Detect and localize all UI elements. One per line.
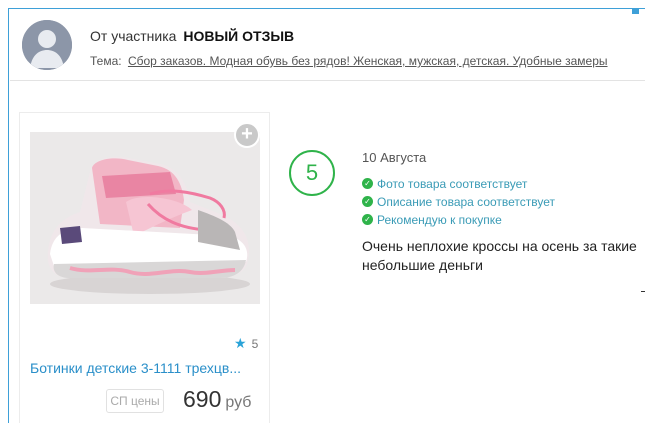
author-name[interactable]: НОВЫЙ ОТЗЫВ <box>183 28 294 44</box>
review-body: 10 Августа ✓ Фото товара соответствует ✓ О… <box>362 150 645 275</box>
product-photo[interactable] <box>30 132 260 304</box>
user-silhouette-icon <box>22 20 72 70</box>
product-card <box>19 112 270 423</box>
review-text: Очень неплохие кроссы на осень за такие … <box>362 238 637 273</box>
check-icon: ✓ <box>362 196 373 208</box>
sp-price-badge: СП цены <box>106 389 164 413</box>
check-label: Описание товара соответствует <box>377 195 556 209</box>
from-label: От участника <box>90 28 177 44</box>
edge-marker <box>641 291 645 292</box>
review-header: От участника НОВЫЙ ОТЗЫВ Тема: Сбор зака… <box>20 20 645 80</box>
header-divider <box>10 80 645 81</box>
check-photo-matches: ✓ Фото товара соответствует <box>362 177 645 195</box>
check-description-matches: ✓ Описание товара соответствует <box>362 195 645 213</box>
topic-line: Тема: Сбор заказов. Модная обувь без ряд… <box>90 54 608 68</box>
add-photo-button[interactable]: + <box>234 122 260 148</box>
star-icon: ★ <box>234 335 247 351</box>
check-icon: ✓ <box>362 178 373 190</box>
check-label: Фото товара соответствует <box>377 177 528 191</box>
price-value: 690 <box>183 386 222 412</box>
sneaker-image <box>30 132 260 304</box>
product-price: 690 руб <box>183 386 251 413</box>
review-score-badge: 5 <box>289 150 335 196</box>
plus-icon: + <box>241 123 253 145</box>
author-line: От участника НОВЫЙ ОТЗЫВ <box>90 28 294 44</box>
topic-label: Тема: <box>90 54 122 68</box>
price-currency: руб <box>225 394 252 411</box>
product-title-link[interactable]: Ботинки детские 3-1111 трехцв... <box>30 360 258 376</box>
check-label: Рекомендую к покупке <box>377 213 502 227</box>
review-date: 10 Августа <box>362 150 427 165</box>
check-recommend: ✓ Рекомендую к покупке <box>362 213 645 231</box>
avatar <box>22 20 72 70</box>
topic-link[interactable]: Сбор заказов. Модная обувь без рядов! Же… <box>128 54 608 68</box>
product-rating: ★ 5 <box>234 335 258 352</box>
corner-marker <box>632 8 639 14</box>
product-rating-value: 5 <box>251 337 259 351</box>
check-icon: ✓ <box>362 214 373 226</box>
